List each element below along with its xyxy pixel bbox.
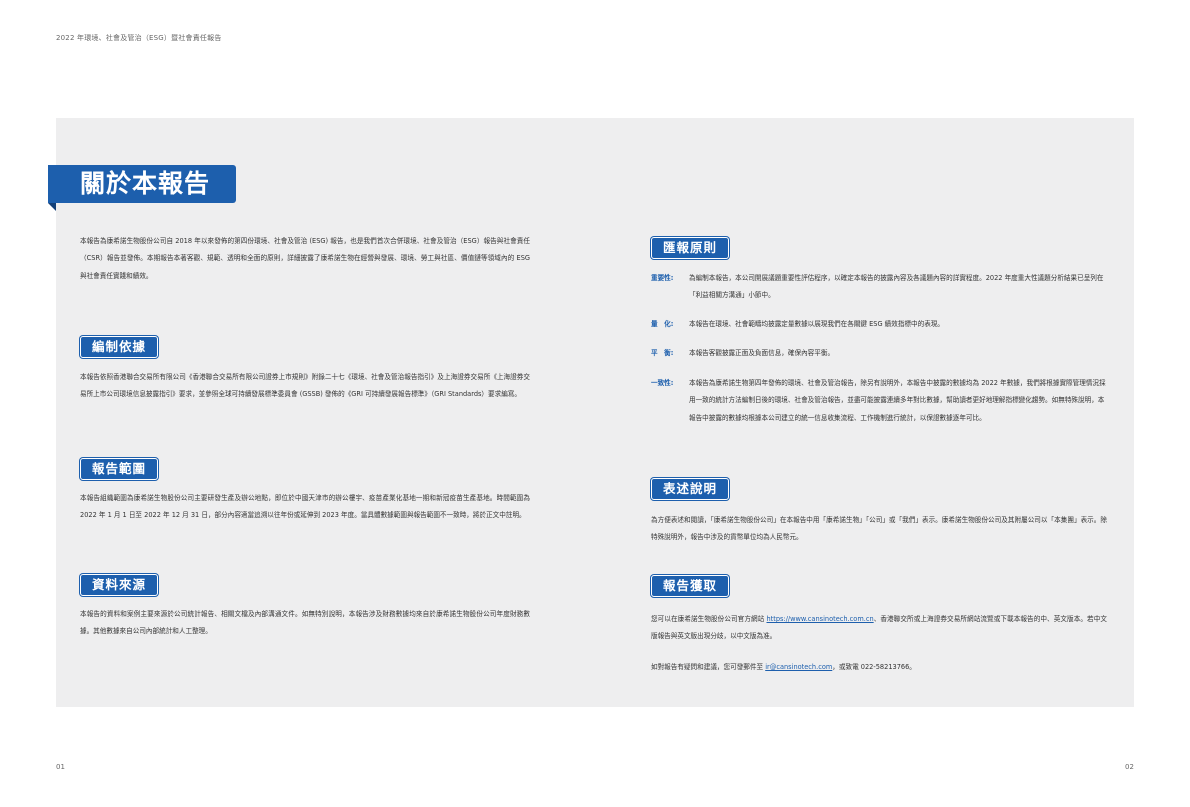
principle-term: 量 化: [651,320,674,328]
scope-paragraph: 本報告組織範圍為康希諾生物股份公司主要研發生產及辦公地點，即位於中國天津市的辦公… [80,494,530,520]
website-link[interactable]: https://www.cansinotech.com.cn [767,615,874,623]
page-title: 關於本報告 [48,165,236,203]
access-text: 您可以在康希諾生物股份公司官方網站 [651,615,767,623]
principle-balance: 平 衡: 本報告客觀披露正面及負面信息，確保內容平衡。 [651,345,1107,362]
section-title-basis: 編制依據 [80,336,159,358]
section-title-expression: 表述說明 [651,478,730,500]
principle-term: 一致性: [651,379,674,387]
page-number-right: 02 [1125,763,1134,771]
principle-text: 本報告為康希諾生物第四年發佈的環境、社會及管治報告，除另有說明外，本報告中披露的… [689,379,1106,422]
principle-text: 本報告客觀披露正面及負面信息，確保內容平衡。 [689,349,835,357]
access-paragraph-1: 您可以在康希諾生物股份公司官方網站 https://www.cansinotec… [651,611,1107,646]
access-paragraph-2: 如對報告有疑問和建議，您可發郵件至 ir@cansinotech.com，或致電… [651,659,1107,676]
title-ribbon-fold [48,203,56,211]
page-number-left: 01 [56,763,65,771]
basis-paragraph: 本報告依照香港聯合交易所有限公司《香港聯合交易所有限公司證券上市規則》附錄二十七… [80,373,530,399]
principle-term: 平 衡: [651,349,674,357]
sources-paragraph: 本報告的資料和案例主要來源於公司統計報告、相關文檔及內部溝通文件。如無特別說明，… [80,610,530,636]
section-title-access: 報告獲取 [651,575,730,597]
contact-text: 如對報告有疑問和建議，您可發郵件至 [651,663,766,671]
section-title-scope: 報告範圍 [80,458,159,480]
principle-consistency: 一致性: 本報告為康希諾生物第四年發佈的環境、社會及管治報告，除另有說明外，本報… [651,375,1107,427]
report-header: 2022 年環境、社會及管治（ESG）暨社會責任報告 [56,34,222,42]
principle-materiality: 重要性: 為編制本報告，本公司開展議題重要性評估程序，以確定本報告的披露內容及各… [651,270,1107,305]
contact-text: ，或致電 022-58213766。 [832,663,916,671]
section-title-principles: 匯報原則 [651,237,730,259]
section-title-sources: 資料來源 [80,574,159,596]
principle-term: 重要性: [651,274,674,282]
principle-text: 為編制本報告，本公司開展議題重要性評估程序，以確定本報告的披露內容及各議題內容的… [689,274,1104,300]
email-link[interactable]: ir@cansinotech.com [765,663,832,671]
intro-paragraph: 本報告為康希諾生物股份公司自 2018 年以來發佈的第四份環境、社會及管治 (E… [80,237,530,280]
expression-paragraph: 為方便表述和閱讀，「康希諾生物股份公司」在本報告中用「康希諾生物」「公司」或「我… [651,516,1107,542]
principle-quantitative: 量 化: 本報告在環境、社會範疇均披露定量數據以展現我們在各關鍵 ESG 績效指… [651,316,1107,333]
principle-text: 本報告在環境、社會範疇均披露定量數據以展現我們在各關鍵 ESG 績效指標中的表現… [689,320,945,328]
